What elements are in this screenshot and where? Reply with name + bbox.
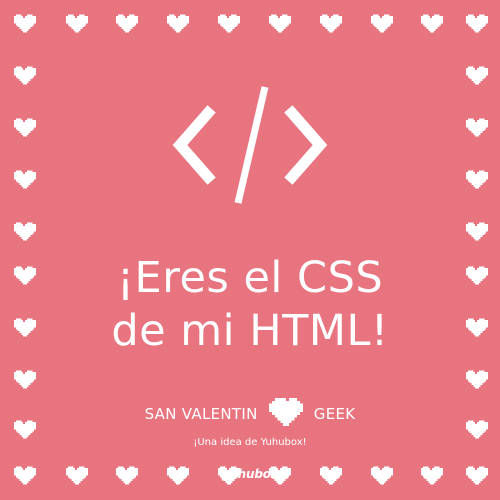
heart-icon [466,222,488,242]
credit-line: ¡Una idea de Yuhubox! [193,437,307,448]
headline-line-1: ¡Eres el CSS [116,253,384,303]
heart-icon [466,66,488,86]
code-brackets-icon [170,85,330,205]
valentine-card: ¡Eres el CSS de mi HTML! SAN VALENTIN GE… [0,0,500,500]
heart-icon [14,66,36,86]
heart-icon [268,398,304,430]
heart-icon [14,370,36,390]
heart-icon [320,14,342,34]
tagline-left: SAN VALENTIN [144,405,258,423]
heart-icon [14,170,36,190]
heart-icon [466,170,488,190]
heart-icon [167,14,189,34]
heart-icon [218,14,240,34]
heart-icon [466,370,488,390]
brand-logo: yuhubox [221,467,279,481]
heart-icon [14,222,36,242]
heart-icon [66,14,88,34]
tagline: SAN VALENTIN GEEK [0,398,500,430]
heart-icon [421,14,443,34]
heart-icon [269,14,291,34]
heart-icon [466,118,488,138]
headline-line-2: de mi HTML! [111,306,389,356]
tagline-right: GEEK [313,405,356,423]
heart-icon [14,14,36,34]
heart-icon [371,14,393,34]
heart-icon [466,14,488,34]
heart-icon [14,118,36,138]
heart-icon [116,14,138,34]
